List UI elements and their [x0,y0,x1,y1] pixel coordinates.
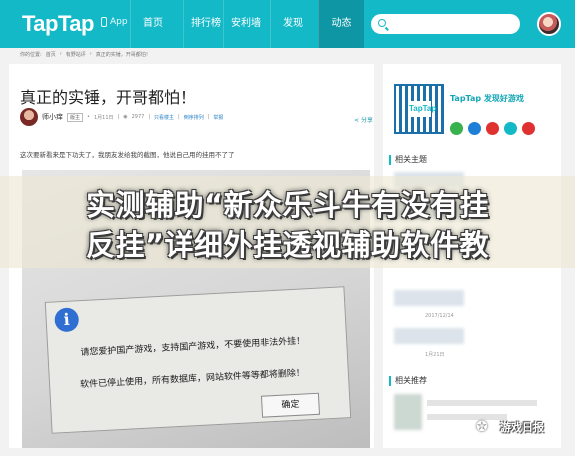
tab-feed[interactable]: 动态 [318,0,364,48]
breadcrumb-board[interactable]: 有野站评 [66,51,86,58]
tab-home[interactable]: 首页 [130,0,175,48]
user-avatar[interactable] [537,12,561,36]
promo-text: TapTap 发现好游戏 [450,94,524,103]
dialog-line-1: 请您爱护国产游戏，支持国产游戏，不要使用非法外挂！ [80,336,306,359]
share-label: 分享 [360,117,373,124]
share-button[interactable]: ⋖ 分享 [354,115,373,124]
tab-discover[interactable]: 发现 [270,0,315,48]
taptap-logo[interactable]: TapTap [22,11,94,37]
breadcrumb-prefix: 你的位置: [20,52,42,58]
recommend-header: 相关推荐 [389,375,427,386]
weibo-icon[interactable] [486,122,499,135]
related-item[interactable] [394,328,464,344]
watermark-text: 游戏日报 [500,421,544,434]
author-name[interactable]: 师小痒 [42,112,63,122]
tab-recommend-wall[interactable]: 安利墙 [223,0,268,48]
recommend-text[interactable] [427,400,537,406]
gamepad-icon: ✪ [476,419,488,435]
meta-sep: | [178,114,180,120]
info-icon: i [54,307,80,333]
breadcrumb: 你的位置: 首页 › 有野站评 › 真正的实锤，开哥都怕！ [20,51,151,58]
meta-sep: | [207,114,210,120]
wechat-icon[interactable] [450,122,463,135]
related-date: 1月21日 [425,352,445,358]
social-icons [450,122,535,135]
only-op-link[interactable]: 只看楼主 [154,114,174,121]
qr-code: TapTap [394,84,444,134]
related-topics-header: 相关主题 [389,154,427,165]
warning-dialog: i 请您爱护国产游戏，支持国产游戏，不要使用非法外挂！ 软件已停止使用，所有数据… [44,286,352,434]
breadcrumb-sep: › [59,51,62,57]
related-topics-title: 相关主题 [395,155,427,164]
qq-icon[interactable] [468,122,481,135]
related-date: 2017/12/14 [425,313,454,319]
section-accent-bar [389,154,391,165]
meta-sep: | [148,114,150,120]
tab-ranking[interactable]: 排行榜 [183,0,228,48]
search-icon [378,19,386,27]
meta-sep: • [87,114,90,120]
view-count: 2977 [131,114,145,120]
dialog-line-2: 软件已停止使用，所有数据库，网站软件等等都将删除！ [79,368,306,391]
mail-icon[interactable] [522,122,535,135]
tieba-icon[interactable] [504,122,517,135]
eye-icon: ◉ [123,114,128,120]
breadcrumb-home[interactable]: 首页 [46,51,56,58]
dialog-ok-button[interactable]: 确定 [260,392,321,418]
article-intro: 这次要新看来是下功夫了，我朋友发给我的截图，他说自己用的挂用不了了 [20,151,235,159]
section-accent-bar [389,375,391,386]
reverse-order-link[interactable]: 倒序排列 [184,114,204,121]
breadcrumb-sep: › [89,51,92,57]
app-download-link[interactable]: App [101,17,128,27]
headline-line-1: 实测辅助“新众乐斗牛有没有挂 [85,188,490,222]
meta-sep: | [117,114,120,120]
top-nav: TapTap App 首页 排行榜 安利墙 发现 动态 [0,0,575,48]
headline-line-2: 反挂”详细外挂透视辅助软件教 [85,228,490,262]
recommend-title: 相关推荐 [395,376,427,385]
author-avatar[interactable] [20,108,38,126]
post-date: 1月11日 [93,114,114,121]
recommend-thumbnail[interactable] [394,394,422,430]
related-item[interactable] [394,290,464,306]
author-badge: 版主 [67,112,84,122]
report-link[interactable]: 举报 [213,114,223,121]
qr-center-label: TapTap [409,101,436,117]
watermark: ✪ 游戏日报 [476,419,544,435]
article-title: 真正的实锤，开哥都怕！ [20,88,197,107]
article-meta: 师小痒 版主 • 1月11日 | ◉ 2977 | 只看楼主 | 倒序排列 | … [20,108,223,126]
search-input[interactable] [371,14,520,34]
phone-icon [101,17,107,27]
breadcrumb-current: 真正的实锤，开哥都怕！ [95,52,151,58]
share-icon: ⋖ [354,117,360,124]
app-link-label: App [110,17,128,27]
